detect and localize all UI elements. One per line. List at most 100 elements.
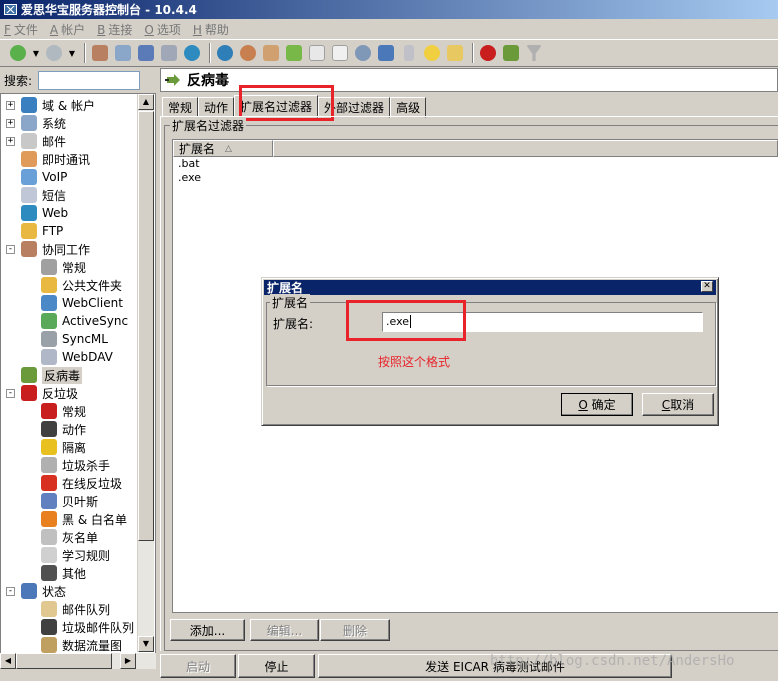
scroll-down-arrow[interactable]: ▼ — [138, 636, 154, 652]
tree-item-label: ActiveSync — [62, 314, 129, 328]
antivirus-tool[interactable] — [501, 43, 521, 63]
antivirus-icon — [503, 45, 519, 61]
expand-icon[interactable]: + — [6, 136, 15, 146]
page-tool[interactable] — [330, 43, 350, 63]
tab-advanced[interactable]: 高级 — [390, 97, 427, 118]
user-icon — [240, 45, 256, 61]
phone-tool[interactable] — [399, 43, 419, 63]
domains-tool[interactable] — [90, 43, 110, 63]
add-button[interactable]: 添加... — [170, 619, 245, 641]
stop-button[interactable]: 停止 — [238, 654, 315, 678]
column-header-extension[interactable]: 扩展名 △ — [173, 140, 273, 157]
tree-item[interactable]: 邮件队列 — [41, 600, 110, 618]
tree-item[interactable]: 其他 — [41, 564, 86, 582]
collapse-icon[interactable]: - — [6, 586, 15, 596]
document-tool[interactable] — [307, 43, 327, 63]
tree-horizontal-scrollbar[interactable]: ◀ ▶ — [0, 653, 156, 669]
tree-item[interactable]: ActiveSync — [41, 312, 128, 330]
tree-item[interactable]: 动作 — [41, 420, 86, 438]
tree-item-label: 反病毒 — [42, 366, 83, 384]
tree-item[interactable]: SyncML — [41, 330, 108, 348]
tree-item[interactable]: - 反垃圾 — [6, 384, 78, 402]
no-entry-icon — [480, 45, 496, 61]
users-tool[interactable] — [261, 43, 281, 63]
tree-item[interactable]: + 系统 — [6, 114, 66, 132]
start-button[interactable]: 启动 — [160, 654, 236, 678]
list-tool[interactable] — [136, 43, 156, 63]
forward-button[interactable] — [44, 43, 64, 63]
tree-item[interactable]: 贝叶斯 — [41, 492, 98, 510]
settings-tool[interactable] — [353, 43, 373, 63]
close-icon[interactable]: ✕ — [701, 281, 713, 292]
tree-item-label: WebDAV — [62, 350, 113, 364]
antispam-tool[interactable] — [478, 43, 498, 63]
monitor-tool[interactable] — [376, 43, 396, 63]
filter-tool[interactable] — [524, 43, 544, 63]
scroll-right-arrow[interactable]: ▶ — [120, 653, 136, 669]
forward-dropdown[interactable]: ▼ — [67, 43, 77, 63]
tree-item[interactable]: 垃圾邮件队列 — [41, 618, 134, 636]
tab-general[interactable]: 常规 — [162, 97, 199, 118]
accounts-tool[interactable] — [113, 43, 133, 63]
folder-icon — [447, 45, 463, 61]
folder-tool[interactable] — [445, 43, 465, 63]
scroll-thumb[interactable] — [16, 653, 112, 669]
tree-item[interactable]: WebDAV — [41, 348, 113, 366]
ok-button[interactable]: O 确定 — [561, 393, 633, 416]
collapse-icon[interactable]: - — [6, 388, 15, 398]
delete-button[interactable]: 删除 — [320, 619, 390, 641]
menu-options[interactable]: O 选项 — [144, 21, 180, 38]
scroll-up-arrow[interactable]: ▲ — [138, 94, 154, 110]
web-globe-icon — [21, 205, 37, 221]
public-folder-icon — [41, 277, 57, 293]
tree-item[interactable]: VoIP — [6, 168, 67, 186]
tree-item[interactable]: 黑 & 白名单 — [41, 510, 127, 528]
tree-item[interactable]: 数据流量图 — [41, 636, 122, 653]
tree-item[interactable]: FTP — [6, 222, 63, 240]
menu-file[interactable]: F 文件 — [4, 21, 38, 38]
user-tool[interactable] — [238, 43, 258, 63]
collapse-icon[interactable]: - — [6, 244, 15, 254]
tree-item[interactable]: 公共文件夹 — [41, 276, 122, 294]
back-button[interactable] — [8, 43, 28, 63]
tree-item[interactable]: - 状态 — [6, 582, 66, 600]
cancel-button[interactable]: C 取消 — [642, 393, 714, 416]
tree-item[interactable]: - 协同工作 — [6, 240, 90, 258]
menu-help[interactable]: H 帮助 — [193, 21, 229, 38]
tree-vertical-scrollbar[interactable]: ▲ ▼ — [137, 94, 154, 652]
scroll-left-arrow[interactable]: ◀ — [0, 653, 16, 669]
back-dropdown[interactable]: ▼ — [31, 43, 41, 63]
tree-item[interactable]: Web — [6, 204, 68, 222]
expand-icon[interactable]: + — [6, 118, 15, 128]
tab-actions[interactable]: 动作 — [198, 97, 235, 118]
tree-item[interactable]: + 邮件 — [6, 132, 66, 150]
tree-item[interactable]: 灰名单 — [41, 528, 98, 546]
tree-item[interactable]: 反病毒 — [6, 366, 83, 384]
list-item[interactable]: .exe — [173, 171, 778, 185]
menu-connect[interactable]: B 连接 — [97, 21, 132, 38]
menu-account[interactable]: A 帐户 — [50, 21, 85, 38]
list-window-icon — [138, 45, 154, 61]
tree-item[interactable]: 学习规则 — [41, 546, 110, 564]
tree-item[interactable]: 垃圾杀手 — [41, 456, 110, 474]
tree-item[interactable]: + 域 & 帐户 — [6, 96, 95, 114]
tree-item[interactable]: 常规 — [41, 402, 86, 420]
chat-tool[interactable] — [422, 43, 442, 63]
book-tool[interactable] — [159, 43, 179, 63]
internet-tool[interactable] — [215, 43, 235, 63]
edit-button[interactable]: 编辑... — [250, 619, 319, 641]
tree-item[interactable]: 常规 — [41, 258, 86, 276]
tree-item[interactable]: WebClient — [41, 294, 123, 312]
tree-item[interactable]: 在线反垃圾 — [41, 474, 122, 492]
forward-mail-tool[interactable] — [284, 43, 304, 63]
tree-item[interactable]: 短信 — [6, 186, 66, 204]
tree-item[interactable]: 隔离 — [41, 438, 86, 456]
list-item[interactable]: .bat — [173, 157, 778, 171]
tree-item-label: FTP — [42, 224, 64, 238]
scroll-thumb[interactable] — [138, 111, 154, 541]
tree-item-label: 即时通讯 — [42, 152, 91, 167]
search-input[interactable] — [38, 70, 141, 90]
web-tool[interactable] — [182, 43, 202, 63]
tree-item[interactable]: 即时通讯 — [6, 150, 90, 168]
expand-icon[interactable]: + — [6, 100, 15, 110]
